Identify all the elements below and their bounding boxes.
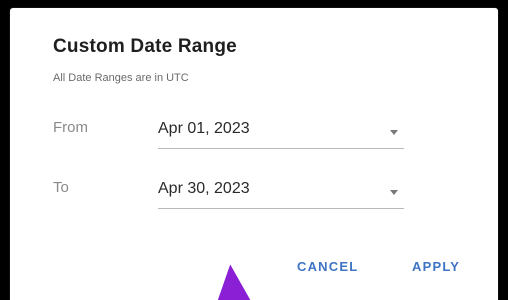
cancel-button[interactable]: CANCEL bbox=[297, 259, 358, 274]
custom-date-range-dialog: Custom Date Range All Date Ranges are in… bbox=[10, 8, 498, 300]
from-date-select[interactable]: Apr 01, 2023 bbox=[158, 116, 404, 149]
screen: Custom Date Range All Date Ranges are in… bbox=[0, 0, 508, 300]
from-date-value: Apr 01, 2023 bbox=[158, 120, 250, 137]
apply-button[interactable]: APPLY bbox=[412, 259, 460, 274]
dialog-subtitle: All Date Ranges are in UTC bbox=[53, 72, 189, 84]
to-date-value: Apr 30, 2023 bbox=[158, 180, 250, 197]
mouse-pointer-icon bbox=[215, 259, 253, 300]
chevron-down-icon[interactable] bbox=[390, 190, 398, 195]
to-date-select[interactable]: Apr 30, 2023 bbox=[158, 176, 404, 209]
dialog-title: Custom Date Range bbox=[53, 36, 237, 57]
to-label: To bbox=[53, 179, 69, 196]
chevron-down-icon[interactable] bbox=[390, 130, 398, 135]
from-label: From bbox=[53, 119, 88, 136]
